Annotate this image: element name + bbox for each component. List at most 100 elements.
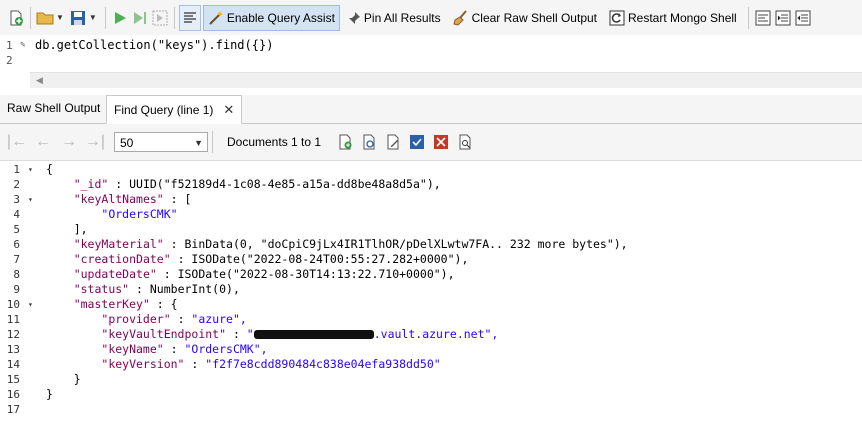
json-separator: : [184,357,206,371]
editor-line[interactable]: 2 [0,53,862,68]
scroll-left-icon[interactable]: ◀ [36,75,43,86]
restart-icon [609,10,625,25]
json-value: UUID("f52189d4-1c08-4e85-a15a-dd8be48a8d… [129,177,441,191]
redaction-mark [253,330,374,339]
fold-icon[interactable]: ▾ [28,192,38,207]
chevron-down-icon: ▼ [194,138,203,148]
editor-line-text[interactable]: db.getCollection("keys").find({}) [35,38,273,53]
page-size-value: 50 [120,136,134,150]
delete-document-icon[interactable] [429,131,453,153]
code-line: 4 "OrdersCMK" [0,207,862,222]
result-json-view[interactable]: 1 ▾ { 2 "_id" : UUID("f52189d4-1c08-4e85-a… [0,162,862,422]
folder-open-icon[interactable] [35,7,55,29]
play-line-icon[interactable] [130,7,150,29]
editor-line[interactable]: 1 ✎ db.getCollection("keys").find({}) [0,38,862,53]
save-icon[interactable] [68,7,88,29]
line-number: 4 [13,208,20,221]
search-document-icon[interactable] [453,131,477,153]
json-separator: : [226,327,247,341]
json-brace: } [73,372,81,386]
open-dropdown-icon[interactable]: ▼ [56,13,64,22]
json-value: ISODate("2022-08-24T00:55:27.282+0000"), [191,252,469,266]
query-editor[interactable]: 1 ✎ db.getCollection("keys").find({}) 2 [0,38,862,72]
previous-page-icon[interactable]: ← [30,133,56,151]
tab-label: Find Query (line 1) [114,103,214,117]
json-brace: { [46,162,53,176]
clear-raw-shell-output-button[interactable]: Clear Raw Shell Output [448,5,602,31]
json-separator: : [156,267,178,281]
code-line: 5 ], [0,222,862,237]
line-number: 15 [6,373,20,386]
json-bracket: ], [73,222,88,236]
json-key: "_id" [73,177,109,191]
new-document-icon[interactable] [6,7,26,29]
json-key: "status" [73,282,130,296]
json-bracket: [ [184,192,192,206]
play-selection-icon[interactable] [150,7,170,29]
tab-raw-shell-output[interactable]: Raw Shell Output [0,95,107,122]
validate-icon[interactable] [405,131,429,153]
line-number: 14 [6,358,20,371]
code-line: 1 ▾ { [0,162,862,177]
fold-icon[interactable]: ▾ [28,297,38,312]
editor-horizontal-scrollbar[interactable]: ◀ [30,72,862,88]
json-key: "creationDate" [73,252,171,266]
outdent-icon[interactable] [793,7,813,29]
close-icon[interactable]: ✕ [223,102,234,117]
json-string: "OrdersCMK", [184,342,268,356]
code-line: 10 ▾ "masterKey" : { [0,297,862,312]
align-left-icon[interactable] [753,7,773,29]
last-page-icon[interactable]: →| [82,133,108,151]
json-key: "keyAltNames" [73,192,164,206]
line-number: 5 [13,223,20,236]
code-line: 11 "provider" : "azure", [0,312,862,327]
restart-mongo-shell-label: Restart Mongo Shell [628,10,737,25]
line-number: 13 [6,343,20,356]
toolbar-separator [212,131,213,153]
next-page-icon[interactable]: → [56,133,82,151]
code-line: 17 [0,402,862,417]
line-number: 7 [13,253,20,266]
main-toolbar: ▼ ▼ Enable Query Assist Pin All Results … [0,0,862,35]
save-dropdown-icon[interactable]: ▼ [89,13,97,22]
json-value: NumberInt(0), [149,282,240,296]
enable-query-assist-button[interactable]: Enable Query Assist [202,4,340,31]
results-toolbar: |← ← → →| 50 ▼ Documents 1 to 1 [0,124,862,161]
toolbar-separator [747,6,749,29]
broom-icon [453,9,467,26]
json-string: " [246,327,254,341]
json-key: "keyVersion" [101,357,185,371]
line-number: 6 [13,238,20,251]
format-button[interactable] [178,4,201,31]
clear-raw-shell-output-label: Clear Raw Shell Output [471,10,597,25]
fold-icon[interactable]: ▾ [28,162,38,177]
format-icon [183,11,196,23]
json-separator: : [170,312,192,326]
line-number: 10 [6,298,20,311]
json-key: "keyVaultEndpoint" [101,327,227,341]
play-icon[interactable] [110,7,130,29]
edit-document-icon[interactable] [381,131,405,153]
add-document-icon[interactable] [333,131,357,153]
json-string: .vault.azure.net", [373,327,499,341]
line-number: 2 [13,178,20,191]
indent-icon[interactable] [773,7,793,29]
json-value: ISODate("2022-08-30T14:13:22.710+0000"), [177,267,455,281]
tab-find-query[interactable]: Find Query (line 1) ✕ [106,95,243,124]
json-key: "updateDate" [73,267,157,281]
json-separator: : [163,342,185,356]
json-separator: : [163,237,185,251]
pin-all-results-button[interactable]: Pin All Results [342,5,446,31]
pin-all-results-label: Pin All Results [363,10,441,25]
restart-mongo-shell-button[interactable]: Restart Mongo Shell [604,5,742,31]
code-line: 6 "keyMaterial" : BinData(0, "doCpiC9jLx… [0,237,862,252]
page-size-select[interactable]: 50 ▼ [114,132,208,152]
line-number: 1 [13,163,20,176]
view-document-icon[interactable] [357,131,381,153]
documents-range-label: Documents 1 to 1 [227,135,322,149]
json-separator: : [149,297,171,311]
line-number: 9 [13,283,20,296]
line-number: 12 [6,328,20,341]
code-line: 15 } [0,372,862,387]
first-page-icon[interactable]: |← [4,133,30,151]
